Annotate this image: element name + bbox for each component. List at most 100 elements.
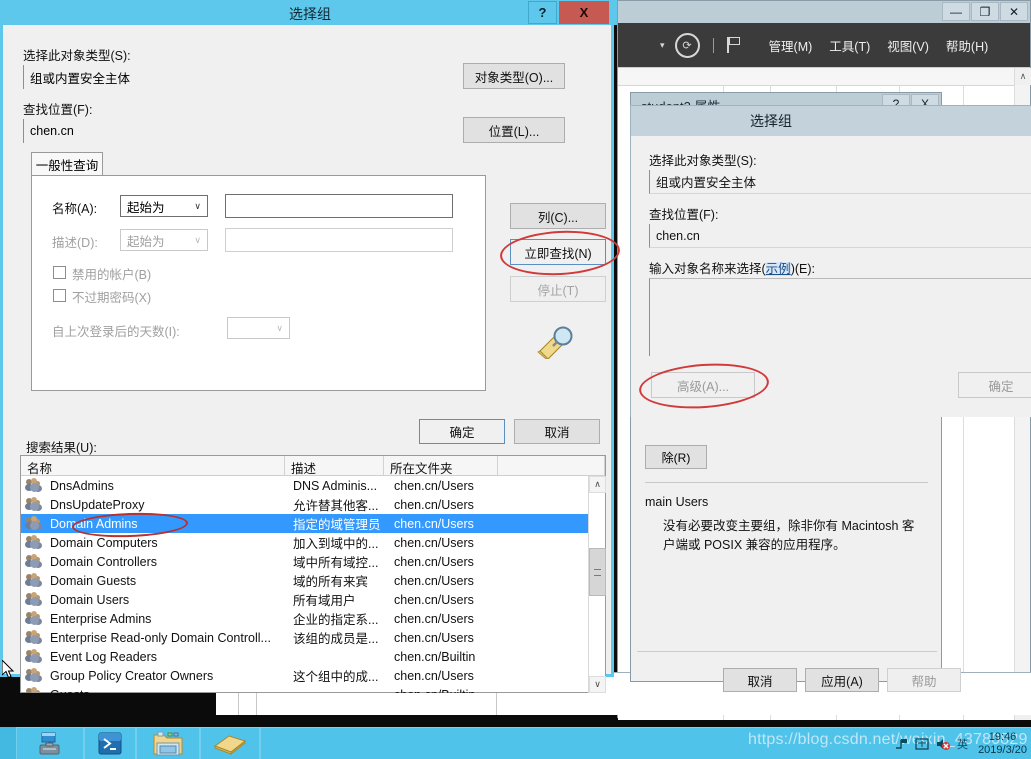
scroll-up-icon[interactable]: ∧ (1015, 68, 1031, 85)
help-button[interactable]: ? (528, 1, 557, 24)
table-row[interactable]: Group Policy Creator Owners 这个组中的成... chen… (21, 666, 605, 685)
select-group-secondary-titlebar[interactable]: 选择组 (631, 106, 1031, 136)
object-names-input[interactable] (649, 278, 1031, 356)
cell-name: Event Log Readers (50, 649, 158, 664)
refresh-icon[interactable]: ⟳ (674, 32, 700, 58)
volume-muted-icon[interactable] (936, 737, 951, 751)
cell-folder: chen.cn/Users (394, 497, 474, 512)
table-row[interactable]: Domain Users 所有域用户 chen.cn/Users (21, 590, 605, 609)
select-group-secondary-title: 选择组 (750, 113, 792, 129)
table-row[interactable]: Domain Guests 域的所有来宾 chen.cn/Users (21, 571, 605, 590)
table-row[interactable]: Event Log Readers chen.cn/Builtin (21, 647, 605, 666)
remove-button[interactable]: 除(R) (645, 445, 707, 469)
primary-group-value: main Users (645, 495, 709, 509)
dialog-divider (637, 651, 937, 652)
ok-button[interactable]: 确定 (419, 419, 505, 444)
taskbar-item-books[interactable] (200, 728, 260, 759)
cell-name: Group Policy Creator Owners (50, 668, 214, 683)
object-types-button[interactable]: 对象类型(O)... (463, 63, 565, 89)
toolbar-divider (712, 37, 714, 53)
cell-description: 加入到域中的... (293, 537, 379, 551)
scroll-up-icon[interactable]: ∧ (589, 476, 606, 493)
cell-name: Guests (44, 688, 287, 694)
close-button[interactable]: ✕ (1000, 2, 1028, 21)
table-row[interactable]: Enterprise Read-only Domain Controll... 该… (21, 628, 605, 647)
cancel-button[interactable]: 取消 (723, 668, 797, 692)
menu-item-tools[interactable]: 工具(T) (829, 36, 870, 55)
apply-button[interactable]: 应用(A) (805, 668, 879, 692)
column-header-description[interactable]: 描述 (285, 456, 384, 475)
query-name-input[interactable] (225, 194, 453, 218)
menu-item-manage[interactable]: 管理(M) (769, 36, 813, 55)
search-results-listview[interactable]: 名称 描述 所在文件夹 DnsAdmins DNS Adminis... chen.… (20, 455, 606, 693)
taskbar-item-server-manager[interactable] (16, 728, 84, 759)
mouse-cursor (2, 660, 15, 679)
chevron-down-icon[interactable]: ▾ (660, 40, 665, 51)
object-type-field[interactable]: 组或内置安全主体 (23, 65, 451, 89)
object-type-field[interactable]: 组或内置安全主体 (649, 170, 1031, 194)
examples-link[interactable]: 示例 (765, 262, 791, 276)
columns-button[interactable]: 列(C)... (510, 203, 606, 229)
tab-common-queries[interactable]: 一般性查询 (31, 152, 103, 176)
table-row[interactable]: Domain Controllers 域中所有域控... chen.cn/Users (21, 552, 605, 571)
select-group-primary-titlebar[interactable]: 选择组 ? X (3, 0, 617, 25)
server-manager-toolbar: ▾ ⟳ 管理(M) 工具(T) 视图(V) 帮助(H) (618, 23, 1030, 67)
menu-item-view[interactable]: 视图(V) (887, 36, 929, 55)
close-button[interactable]: X (559, 1, 609, 24)
find-now-button[interactable]: 立即查找(N) (510, 239, 606, 265)
common-query-panel: 名称(A): 起始为 ∨ 描述(D): 起始为 ∨ 禁用的帐户(B) 不过期密码… (31, 175, 486, 391)
advanced-button[interactable]: 高级(A)... (651, 372, 755, 398)
select-group-secondary-content: 选择此对象类型(S): 组或内置安全主体 查找位置(F): chen.cn 输入… (631, 136, 1031, 417)
cell-description: 允许替其他客... (293, 499, 379, 513)
group-icon (25, 554, 42, 569)
taskbar-clock[interactable]: 19:46 2019/3/20 (978, 731, 1027, 757)
search-results-header: 名称 描述 所在文件夹 (21, 456, 605, 476)
menu-item-help[interactable]: 帮助(H) (946, 36, 988, 55)
locations-button[interactable]: 位置(L)... (463, 117, 565, 143)
taskbar-item-file-explorer[interactable] (136, 728, 200, 759)
non-expiring-password-label: 不过期密码(X) (72, 291, 152, 305)
query-name-operator[interactable]: 起始为 ∨ (120, 195, 208, 217)
group-icon (25, 497, 42, 512)
cell-folder: chen.cn/Users (394, 478, 474, 493)
disabled-accounts-checkbox[interactable] (53, 266, 66, 279)
notifications-flag-icon[interactable] (726, 37, 741, 53)
select-group-primary-content: 选择此对象类型(S): 组或内置安全主体 对象类型(O)... 查找位置(F):… (6, 25, 622, 693)
table-row[interactable]: Domain Admins 指定的域管理员 chen.cn/Users (21, 514, 605, 533)
ime-icon[interactable] (915, 737, 929, 751)
table-row[interactable]: DnsUpdateProxy 允许替其他客... chen.cn/Users (21, 495, 605, 514)
non-expiring-password-checkbox[interactable] (53, 289, 66, 302)
search-results-scrollbar[interactable]: ∧ ∨ (588, 476, 606, 693)
server-manager-titlebar[interactable]: — ❐ ✕ (618, 1, 1030, 23)
table-row[interactable]: Domain Computers 加入到域中的... chen.cn/Users (21, 533, 605, 552)
column-header-filler (498, 456, 605, 475)
table-row[interactable]: DnsAdmins DNS Adminis... chen.cn/Users (21, 476, 605, 495)
ok-button[interactable]: 确定 (958, 372, 1031, 398)
search-results-label: 搜索结果(U): (26, 441, 97, 455)
column-header-name[interactable]: 名称 (21, 456, 285, 475)
server-manager-system-buttons: — ❐ ✕ (942, 2, 1028, 21)
maximize-button[interactable]: ❐ (971, 2, 999, 21)
location-field[interactable]: chen.cn (649, 224, 1031, 248)
minimize-button[interactable]: — (942, 2, 970, 21)
cell-name: Domain Controllers (50, 554, 157, 569)
cell-name: DnsAdmins (50, 478, 114, 493)
cell-name: Domain Admins (50, 516, 138, 531)
cancel-button[interactable]: 取消 (514, 419, 600, 444)
start-button[interactable] (0, 727, 16, 759)
group-icon (25, 478, 42, 493)
query-name-operator-value: 起始为 (127, 200, 165, 215)
ime-lang-icon[interactable]: 英 (957, 737, 971, 751)
powershell-icon (98, 732, 122, 755)
location-field[interactable]: chen.cn (23, 119, 451, 143)
network-icon[interactable] (894, 737, 908, 751)
table-row[interactable]: Enterprise Admins 企业的指定系... chen.cn/Users (21, 609, 605, 628)
chevron-down-icon: ∨ (194, 235, 201, 245)
scroll-down-icon[interactable]: ∨ (589, 676, 606, 693)
scrollbar-thumb[interactable] (589, 548, 606, 596)
column-header-folder[interactable]: 所在文件夹 (384, 456, 498, 475)
chevron-down-icon: ∨ (276, 323, 283, 333)
table-row[interactable]: Guests chen.cn/Builtin (21, 685, 605, 693)
location-label: 查找位置(F): (649, 208, 719, 222)
taskbar-item-powershell[interactable] (84, 728, 136, 759)
